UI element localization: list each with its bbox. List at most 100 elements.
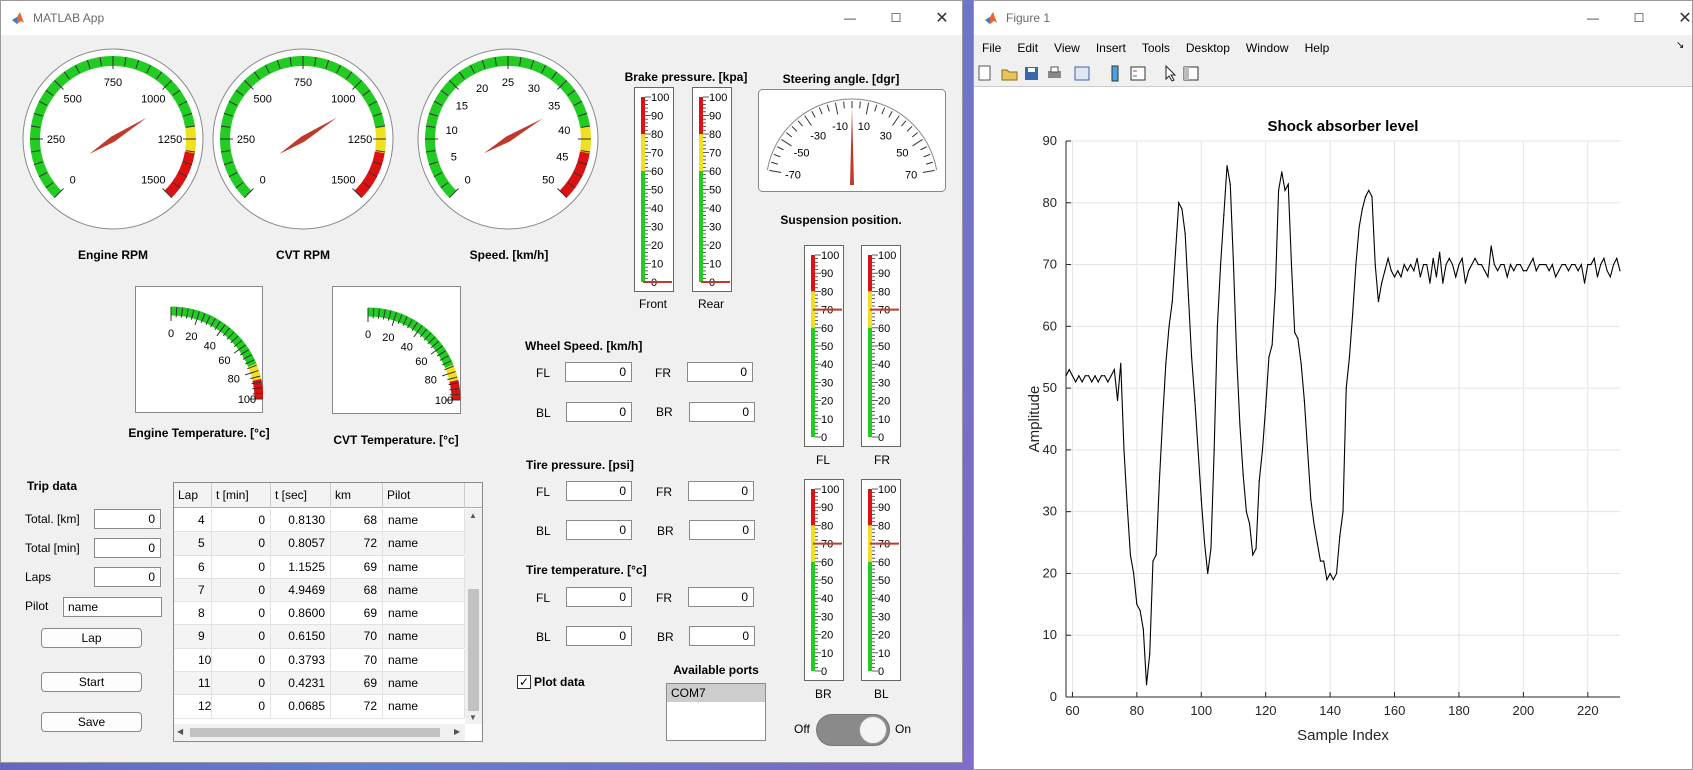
column-header[interactable]: Lap [174,483,212,508]
menu-help[interactable]: Help [1305,41,1330,55]
menu-insert[interactable]: Insert [1096,41,1126,55]
table-cell[interactable]: 72 [331,695,383,719]
table-cell[interactable]: 0.6150 [271,625,331,649]
table-cell[interactable]: 0 [212,695,271,719]
table-cell[interactable]: name [383,532,465,556]
tp-fl-field[interactable]: 0 [566,481,632,501]
scroll-down-icon[interactable]: ▼ [469,713,477,722]
figure-minimize-button[interactable]: — [1570,1,1616,35]
legend-icon[interactable] [1130,66,1146,81]
ports-listbox[interactable]: COM7 [666,683,766,741]
table-row[interactable]: 11 0 0.4231 69 name [174,672,465,696]
table-cell[interactable]: 5 [174,532,212,556]
lap-button[interactable]: Lap [41,628,142,648]
tp-fr-field[interactable]: 0 [688,481,754,501]
vertical-scrollbar[interactable]: ▲ ▼ [465,509,482,724]
column-header[interactable]: t [sec] [271,483,331,508]
table-cell[interactable]: 0.8057 [271,532,331,556]
table-cell[interactable]: 0.8600 [271,602,331,626]
plot-data-checkbox[interactable]: ✓ [517,675,531,689]
maximize-button[interactable]: ☐ [873,1,919,35]
column-header[interactable]: t [min] [212,483,271,508]
menu-desktop[interactable]: Desktop [1186,41,1230,55]
tt-fl-field[interactable]: 0 [566,587,632,607]
switch-knob[interactable] [859,716,887,744]
laps-field[interactable]: 0 [94,567,161,587]
scroll-right-icon[interactable]: ▶ [454,727,460,736]
table-cell[interactable]: name [383,695,465,719]
table-cell[interactable]: name [383,509,465,532]
table-row[interactable]: 6 0 1.1525 69 name [174,555,465,579]
menu-tools[interactable]: Tools [1142,41,1170,55]
table-row[interactable]: 10 0 0.3793 70 name [174,648,465,673]
new-file-icon[interactable] [978,65,991,81]
table-cell[interactable]: 69 [331,555,383,579]
table-row[interactable]: 9 0 0.6150 70 name [174,625,465,649]
table-cell[interactable]: 0 [212,625,271,649]
on-off-switch[interactable] [816,714,890,746]
menu-window[interactable]: Window [1246,41,1289,55]
menu-view[interactable]: View [1054,41,1080,55]
port-item[interactable]: COM7 [667,684,765,702]
table-cell[interactable]: 68 [331,509,383,532]
save-button[interactable]: Save [41,712,142,732]
table-cell[interactable]: 0 [212,555,271,579]
table-cell[interactable]: 0.4231 [271,672,331,696]
table-row[interactable]: 4 0 0.8130 68 name [174,509,465,533]
table-cell[interactable]: 0 [212,509,271,532]
table-cell[interactable]: name [383,648,465,672]
column-header[interactable]: km [331,483,383,508]
ws-fl-field[interactable]: 0 [565,362,632,382]
total-min-field[interactable]: 0 [94,538,161,558]
table-cell[interactable]: 0 [212,648,271,672]
table-cell[interactable]: 69 [331,672,383,696]
table-row[interactable]: 8 0 0.8600 69 name [174,602,465,626]
hscroll-thumb[interactable] [190,728,440,737]
menu-expand-icon[interactable]: ↘ [1676,40,1684,51]
laps-table[interactable]: Lap t [min] t [sec] km Pilot 4 0 0.8130 68 name 5… [173,482,483,742]
table-cell[interactable]: 0 [212,602,271,626]
table-cell[interactable]: 8 [174,602,212,626]
table-cell[interactable]: 1.1525 [271,555,331,579]
start-button[interactable]: Start [41,672,142,692]
table-row[interactable]: 7 0 4.9469 68 name [174,578,465,603]
tt-br-field[interactable]: 0 [689,626,755,646]
table-cell[interactable]: 10 [174,648,212,672]
save-icon[interactable] [1025,67,1038,80]
figure-close-button[interactable]: ✕ [1662,1,1693,35]
table-cell[interactable]: 9 [174,625,212,649]
table-cell[interactable]: 11 [174,672,212,696]
figure-maximize-button[interactable]: ☐ [1616,1,1662,35]
link-plot-icon[interactable] [1074,66,1090,81]
scroll-left-icon[interactable]: ◀ [177,727,183,736]
table-cell[interactable]: 70 [331,625,383,649]
table-cell[interactable]: 0.8130 [271,509,331,532]
open-folder-icon[interactable] [1001,69,1018,81]
total-km-field[interactable]: 0 [94,509,161,529]
minimize-button[interactable]: — [827,1,873,35]
table-cell[interactable]: 7 [174,578,212,602]
tp-bl-field[interactable]: 0 [566,520,632,540]
scroll-up-icon[interactable]: ▲ [469,511,477,520]
table-cell[interactable]: 6 [174,555,212,579]
table-cell[interactable]: 72 [331,532,383,556]
table-cell[interactable]: 70 [331,648,383,672]
table-cell[interactable]: name [383,555,465,579]
table-cell[interactable]: 0 [212,532,271,556]
table-cell[interactable]: name [383,625,465,649]
ws-fr-field[interactable]: 0 [687,362,753,382]
table-cell[interactable]: name [383,578,465,602]
table-cell[interactable]: 68 [331,578,383,602]
tt-fr-field[interactable]: 0 [688,587,754,607]
close-button[interactable]: ✕ [919,1,965,35]
tp-br-field[interactable]: 0 [689,520,755,540]
table-cell[interactable]: 4 [174,509,212,532]
print-icon[interactable] [1048,66,1061,78]
table-row[interactable]: 12 0 0.0685 72 name [174,695,465,719]
property-inspector-icon[interactable] [1183,66,1199,81]
pointer-icon[interactable] [1165,64,1177,82]
horizontal-scrollbar[interactable]: ◀ ▶ [174,724,465,741]
table-cell[interactable]: 12 [174,695,212,719]
colorbar-icon[interactable] [1111,65,1119,82]
table-cell[interactable]: name [383,602,465,626]
